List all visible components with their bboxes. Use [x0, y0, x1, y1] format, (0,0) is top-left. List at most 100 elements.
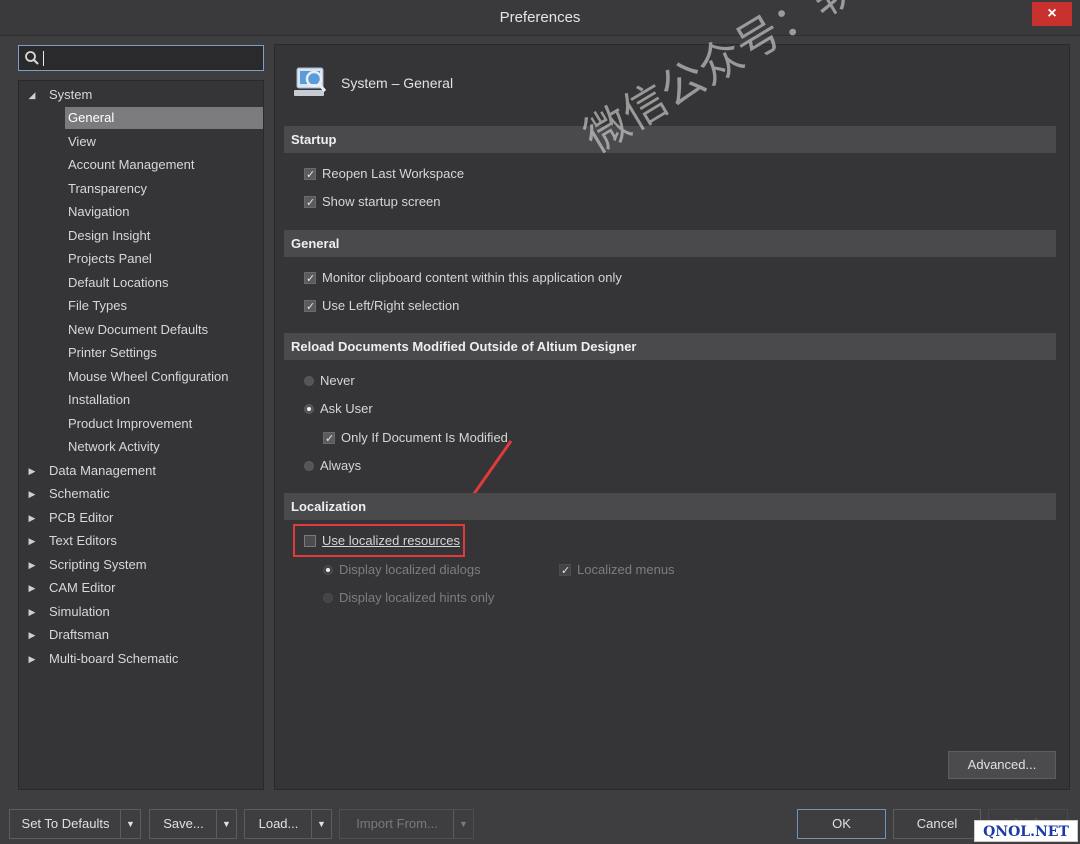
dropdown-arrow-icon[interactable]: ▼ [120, 810, 140, 838]
expand-arrow-icon[interactable]: ▶ [25, 648, 39, 670]
tree-item-transparency[interactable]: Transparency [65, 178, 263, 200]
expand-arrow-icon[interactable]: ▶ [25, 483, 39, 505]
site-watermark: QNOL.NET [974, 820, 1078, 842]
tree-item-label: Installation [68, 392, 131, 407]
expand-arrow-icon[interactable]: ▶ [25, 530, 39, 552]
section-general-header: General [284, 230, 1056, 257]
tree-item-view[interactable]: View [65, 131, 263, 153]
window-title: Preferences [499, 9, 581, 26]
radio-label: Display localized dialogs [339, 562, 481, 577]
tree-node-label: Scripting System [49, 557, 147, 572]
ok-button[interactable]: OK [797, 809, 886, 839]
checkbox-label: Show startup screen [322, 194, 441, 209]
checkbox-label: Reopen Last Workspace [322, 166, 465, 181]
button-label: Save... [163, 816, 204, 831]
collapse-arrow-icon[interactable]: ◢ [25, 84, 39, 106]
tree-node-label: CAM Editor [49, 580, 116, 595]
tree-item-label: Product Improvement [68, 416, 193, 431]
show-startup-screen-checkbox[interactable]: Show startup screen [304, 192, 441, 213]
tree-item-label: Transparency [68, 181, 147, 196]
tree-item-mouse-wheel-configuration[interactable]: Mouse Wheel Configuration [65, 366, 263, 388]
reload-always-radio[interactable]: Always [304, 456, 361, 476]
button-label: Load... [258, 816, 299, 831]
set-to-defaults-button[interactable]: Set To Defaults ▼ [9, 809, 141, 839]
section-localization-header: Localization [284, 493, 1056, 520]
checkbox-checked-icon[interactable] [323, 429, 335, 449]
expand-arrow-icon[interactable]: ▶ [25, 601, 39, 623]
tree-node-label: PCB Editor [49, 510, 114, 525]
radio-label: Never [320, 373, 355, 388]
reload-ask-user-radio[interactable]: Ask User [304, 399, 373, 419]
tree-item-label: View [68, 134, 96, 149]
tree-item-product-improvement[interactable]: Product Improvement [65, 413, 263, 435]
reload-never-radio[interactable]: Never [304, 371, 355, 391]
tree-node-label: Data Management [49, 463, 156, 478]
panel-title: System – General [341, 75, 454, 91]
tree-item-label: Navigation [68, 204, 130, 219]
checkbox-checked-icon [559, 561, 571, 581]
section-startup-header: Startup [284, 126, 1056, 153]
tree-item-installation[interactable]: Installation [65, 389, 263, 411]
tree-item-account-management[interactable]: Account Management [65, 154, 263, 176]
tree-item-file-types[interactable]: File Types [65, 295, 263, 317]
dropdown-arrow-icon[interactable]: ▼ [216, 810, 236, 838]
tree-item-new-document-defaults[interactable]: New Document Defaults [65, 319, 263, 341]
checkbox-checked-icon[interactable] [304, 297, 316, 317]
expand-arrow-icon[interactable]: ▶ [25, 460, 39, 482]
tree-node-label: Draftsman [49, 627, 109, 642]
search-icon [25, 51, 39, 65]
tree-node-label: Simulation [49, 604, 110, 619]
cancel-button[interactable]: Cancel [893, 809, 981, 839]
radio-off-icon[interactable] [304, 461, 314, 471]
tree-item-general[interactable]: General [65, 107, 263, 129]
dropdown-arrow-icon[interactable]: ▼ [311, 810, 331, 838]
radio-label: Always [320, 458, 362, 473]
reopen-workspace-checkbox[interactable]: Reopen Last Workspace [304, 164, 465, 185]
tree-item-label: File Types [68, 298, 128, 313]
preferences-tree[interactable]: ◢ System General View Account Management… [18, 80, 264, 790]
tree-item-network-activity[interactable]: Network Activity [65, 436, 263, 458]
checkbox-label: Localized menus [577, 562, 675, 577]
search-input[interactable] [18, 45, 264, 71]
checkbox-checked-icon[interactable] [304, 193, 316, 213]
expand-arrow-icon[interactable]: ▶ [25, 624, 39, 646]
tree-item-label: General [68, 110, 115, 125]
use-localized-resources-checkbox[interactable]: Use localized resources [304, 531, 460, 551]
tree-item-label: Account Management [68, 157, 195, 172]
tree-item-projects-panel[interactable]: Projects Panel [65, 248, 263, 270]
tree-node-label: Text Editors [49, 533, 117, 548]
tree-item-navigation[interactable]: Navigation [65, 201, 263, 223]
radio-label: Display localized hints only [339, 590, 495, 605]
load-button[interactable]: Load... ▼ [244, 809, 332, 839]
section-reload-header: Reload Documents Modified Outside of Alt… [284, 333, 1056, 360]
tree-node-label: Schematic [49, 486, 110, 501]
display-localized-dialogs-radio: Display localized dialogs [323, 560, 481, 580]
radio-off-icon[interactable] [304, 376, 314, 386]
tree-item-default-locations[interactable]: Default Locations [65, 272, 263, 294]
expand-arrow-icon[interactable]: ▶ [25, 507, 39, 529]
radio-on-icon [323, 565, 333, 575]
radio-off-icon [323, 593, 333, 603]
button-label: Import From... [356, 816, 438, 831]
tree-item-label: Default Locations [68, 275, 169, 290]
left-right-selection-checkbox[interactable]: Use Left/Right selection [304, 296, 459, 317]
settings-panel [274, 44, 1070, 790]
tree-item-printer-settings[interactable]: Printer Settings [65, 342, 263, 364]
advanced-button[interactable]: Advanced... [948, 751, 1056, 779]
checkbox-label: Monitor clipboard content within this ap… [322, 270, 622, 285]
system-general-icon [294, 67, 327, 96]
expand-arrow-icon[interactable]: ▶ [25, 554, 39, 576]
tree-item-label: Mouse Wheel Configuration [68, 369, 229, 384]
expand-arrow-icon[interactable]: ▶ [25, 577, 39, 599]
monitor-clipboard-checkbox[interactable]: Monitor clipboard content within this ap… [304, 268, 622, 289]
import-from-button: Import From... ▼ [339, 809, 474, 839]
checkbox-checked-icon[interactable] [304, 165, 316, 185]
tree-node-label: Multi-board Schematic [49, 651, 179, 666]
save-button[interactable]: Save... ▼ [149, 809, 237, 839]
tree-item-label: Projects Panel [68, 251, 152, 266]
checkbox-checked-icon[interactable] [304, 269, 316, 289]
radio-on-icon[interactable] [304, 404, 314, 414]
checkbox-unchecked-icon[interactable] [304, 535, 316, 547]
close-button[interactable]: × [1032, 2, 1072, 26]
tree-item-design-insight[interactable]: Design Insight [65, 225, 263, 247]
